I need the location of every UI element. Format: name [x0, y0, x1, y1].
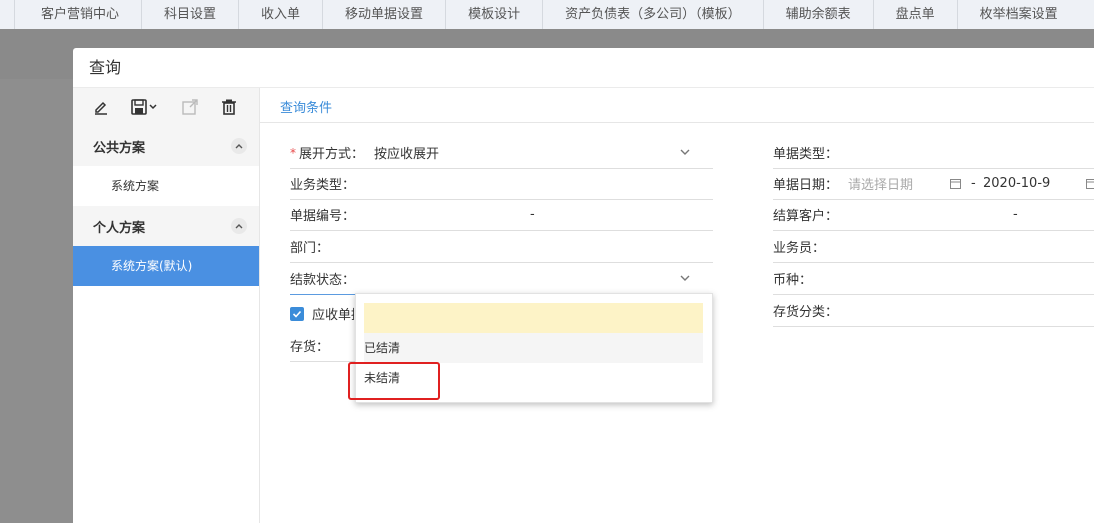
- scheme-toolbar: [73, 88, 259, 126]
- export-icon[interactable]: [180, 97, 200, 117]
- doc-number-range[interactable]: 单据编号： -: [290, 199, 713, 231]
- group-label: 个人方案: [93, 220, 146, 236]
- field-label: 展开方式：: [299, 147, 365, 162]
- tab-query-conditions[interactable]: 查询条件: [280, 97, 332, 116]
- scheme-sidebar: 公共方案 系统方案 个人方案 系统方案(默认): [73, 88, 260, 523]
- edit-icon[interactable]: [91, 97, 111, 117]
- field-label: 单据日期：: [773, 178, 839, 193]
- tab-income-doc[interactable]: 收入单: [238, 0, 322, 29]
- tab-mobile-doc-settings[interactable]: 移动单据设置: [322, 0, 445, 29]
- doc-type-field[interactable]: 单据类型：: [773, 137, 1094, 169]
- group-public-schemes[interactable]: 公共方案: [73, 126, 259, 166]
- chevron-down-icon: [680, 275, 690, 281]
- tab-enum-archive[interactable]: 枚举档案设置: [956, 0, 1080, 29]
- range-separator: -: [530, 207, 535, 222]
- field-label: 存货：: [290, 340, 330, 355]
- department-field[interactable]: 部门：: [290, 231, 713, 263]
- chevron-up-icon[interactable]: [231, 138, 247, 154]
- required-mark: *: [290, 145, 296, 160]
- chevron-down-icon: [680, 149, 690, 155]
- save-icon[interactable]: [131, 97, 160, 117]
- date-start-input[interactable]: 请选择日期: [848, 174, 913, 193]
- settle-status-select[interactable]: 结款状态：: [290, 263, 713, 295]
- field-label: 业务类型：: [290, 178, 356, 193]
- stock-field[interactable]: 存货：: [290, 330, 356, 362]
- chevron-up-icon[interactable]: [231, 218, 247, 234]
- expand-mode-select[interactable]: * 展开方式： 按应收展开: [290, 137, 713, 169]
- field-value: 按应收展开: [374, 147, 440, 162]
- field-label: 结算客户：: [773, 209, 839, 224]
- tab-template-design[interactable]: 模板设计: [445, 0, 542, 29]
- scheme-item-system[interactable]: 系统方案: [73, 166, 259, 206]
- range-separator: -: [1013, 207, 1018, 222]
- tab-account-settings[interactable]: 科目设置: [141, 0, 238, 29]
- highlight-box: [348, 362, 440, 400]
- app-tab-bar: 客户营销中心 科目设置 收入单 移动单据设置 模板设计 资产负债表（多公司）（模…: [0, 0, 1094, 30]
- group-label: 公共方案: [93, 140, 146, 156]
- field-label: 部门：: [290, 241, 330, 256]
- doc-date-range[interactable]: 单据日期： 请选择日期 - 2020-10-9: [773, 168, 1094, 200]
- dropdown-option-settled[interactable]: 已结清: [364, 333, 703, 363]
- dropdown-option-empty[interactable]: [364, 303, 703, 333]
- content-tabs: 查询条件: [260, 88, 1094, 123]
- field-label: 结款状态：: [290, 273, 356, 288]
- range-separator: -: [971, 176, 976, 191]
- calendar-icon[interactable]: [950, 178, 961, 189]
- delete-icon[interactable]: [219, 97, 239, 117]
- field-label: 单据编号：: [290, 209, 356, 224]
- field-label: 币种：: [773, 273, 813, 288]
- tab-balance-sheet[interactable]: 资产负债表（多公司）（模板）: [542, 0, 763, 29]
- settle-customer-range[interactable]: 结算客户： -: [773, 199, 1094, 231]
- tab-stocktake[interactable]: 盘点单: [872, 0, 957, 29]
- business-type-field[interactable]: 业务类型：: [290, 168, 713, 200]
- stock-category-field[interactable]: 存货分类：: [773, 295, 1094, 327]
- scheme-item-system-default[interactable]: 系统方案(默认): [73, 246, 259, 286]
- tab-aux-balance[interactable]: 辅助余额表: [762, 0, 873, 29]
- dialog-title: 查询: [73, 48, 1094, 88]
- checkbox-label: 应收单据: [312, 308, 354, 323]
- field-label: 单据类型：: [773, 147, 839, 162]
- field-label: 业务员：: [773, 241, 826, 256]
- salesman-field[interactable]: 业务员：: [773, 231, 1094, 263]
- tab-customer-marketing[interactable]: 客户营销中心: [14, 0, 141, 29]
- currency-field[interactable]: 币种：: [773, 263, 1094, 295]
- calendar-icon[interactable]: [1086, 178, 1094, 189]
- field-label: 存货分类：: [773, 305, 839, 320]
- group-personal-schemes[interactable]: 个人方案: [73, 206, 259, 246]
- check-icon: [292, 310, 302, 318]
- date-end-input[interactable]: 2020-10-9: [983, 176, 1050, 191]
- receivable-doc-checkbox[interactable]: [290, 307, 304, 321]
